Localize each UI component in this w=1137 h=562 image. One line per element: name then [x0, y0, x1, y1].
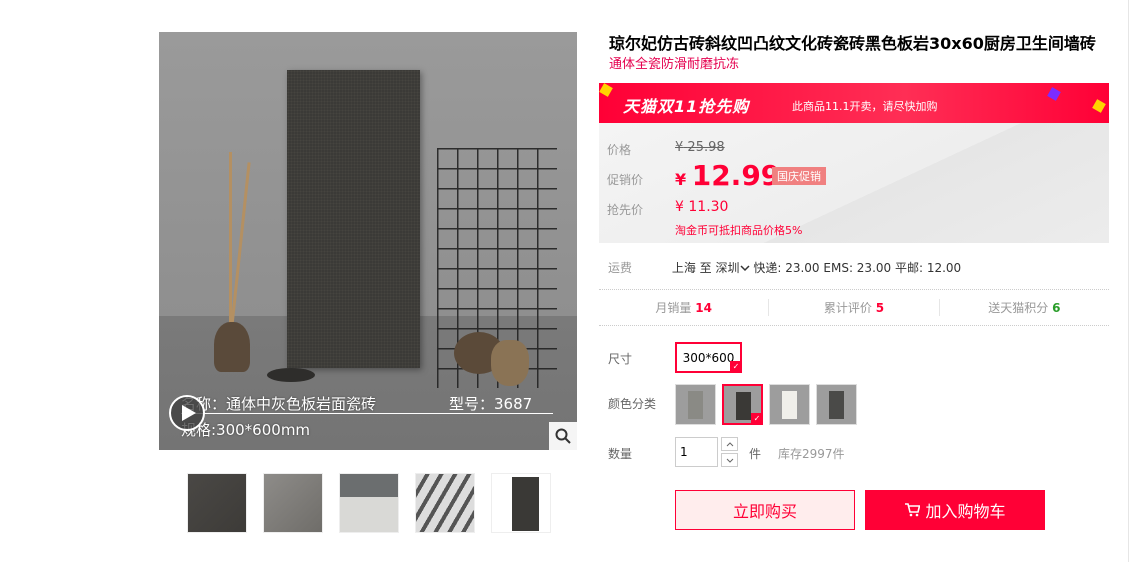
- chevron-down-icon: [740, 264, 750, 271]
- shipping-to: 至: [699, 261, 712, 275]
- monthly-sales-value: 14: [695, 301, 712, 315]
- caption-model: 型号：3687: [449, 395, 533, 413]
- monthly-sales: 月销量 14: [599, 299, 770, 316]
- currency-symbol: ¥: [675, 170, 687, 189]
- video-play-button[interactable]: [169, 395, 205, 431]
- chevron-up-icon: [726, 441, 733, 446]
- currency-symbol: ¥: [675, 140, 684, 155]
- coin-discount-note: 淘金币可抵扣商品价格5%: [675, 224, 803, 237]
- vase-image: [214, 322, 250, 372]
- thumbnail[interactable]: [415, 473, 475, 533]
- tmall-points: 送天猫积分 6: [940, 299, 1109, 316]
- stats-bar: 月销量 14 累计评价 5 送天猫积分 6: [599, 289, 1109, 326]
- rush-price: ¥ 11.30: [675, 199, 728, 215]
- add-to-cart-label: 加入购物车: [925, 502, 1006, 521]
- decoration: [599, 83, 613, 97]
- product-subtitle: 通体全瓷防滑耐磨抗冻: [609, 57, 740, 72]
- sale-price-value: 12.99: [691, 159, 781, 192]
- shipping-row: 运费 上海 至 深圳 快递: 23.00 EMS: 23.00 平邮: 12.0…: [608, 259, 961, 276]
- wheat-stalk: [229, 152, 232, 327]
- pot-image: [491, 340, 529, 386]
- monthly-sales-label: 月销量: [655, 301, 692, 315]
- stock-count: 库存2997件: [778, 447, 845, 461]
- color-swatches: ✓: [675, 384, 857, 425]
- play-icon: [181, 405, 196, 421]
- promotion-tag: 国庆促销: [772, 167, 826, 185]
- color-swatch-selected[interactable]: ✓: [722, 384, 763, 425]
- thumbnail[interactable]: [187, 473, 247, 533]
- main-product-image[interactable]: 名称：通体中灰色板岩面瓷砖 型号：3687 规格:300*600mm: [159, 32, 577, 450]
- chevron-down-icon: [726, 458, 733, 463]
- decoration: [1047, 87, 1061, 101]
- product-title: 琼尔妃仿古砖斜纹凹凸纹文化砖瓷砖黑色板岩30x60厨房卫生间墙砖: [609, 34, 1096, 53]
- promo-banner[interactable]: 天猫双11抢先购 此商品11.1开卖，请尽快加购: [599, 83, 1109, 123]
- buy-now-button[interactable]: 立即购买: [675, 490, 855, 530]
- quantity-unit: 件: [749, 447, 762, 461]
- check-icon: ✓: [730, 361, 742, 373]
- caption-underline: [181, 413, 553, 414]
- review-count-label: 累计评价: [823, 301, 872, 315]
- sale-price: ¥ 12.99: [675, 159, 780, 192]
- add-to-cart-button[interactable]: 加入购物车: [865, 490, 1045, 530]
- cart-icon: [905, 503, 921, 517]
- thumbnail[interactable]: [263, 473, 323, 533]
- quantity-input[interactable]: [675, 437, 718, 467]
- quantity-label: 数量: [608, 447, 633, 461]
- color-swatch[interactable]: [816, 384, 857, 425]
- page-divider: [1128, 0, 1129, 562]
- wheat-stalk: [230, 162, 251, 327]
- size-label: 尺寸: [608, 352, 633, 366]
- rush-price-value: 11.30: [688, 199, 729, 215]
- color-label: 颜色分类: [608, 397, 657, 411]
- search-icon: [555, 428, 571, 444]
- original-price-value: 25.98: [687, 140, 725, 155]
- size-option-label: 300*600: [682, 350, 735, 365]
- tile-image: [287, 70, 420, 368]
- product-page: 名称：通体中灰色板岩面瓷砖 型号：3687 规格:300*600mm 琼尔妃仿古…: [0, 0, 1137, 562]
- original-price: ¥ 25.98: [675, 140, 725, 155]
- color-swatch[interactable]: [675, 384, 716, 425]
- destination-selector[interactable]: 深圳: [716, 259, 750, 276]
- review-count-value: 5: [875, 301, 885, 315]
- rush-price-label: 抢先价: [607, 203, 644, 217]
- shipping-rates: 快递: 23.00 EMS: 23.00 平邮: 12.00: [753, 261, 962, 275]
- check-icon: ✓: [751, 413, 763, 425]
- quantity-decrease-button[interactable]: [721, 453, 738, 467]
- zoom-button[interactable]: [549, 422, 577, 450]
- tmall-points-label: 送天猫积分: [988, 301, 1049, 315]
- thumbnail[interactable]: [491, 473, 551, 533]
- stones-image: [267, 368, 315, 382]
- decoration: [1092, 99, 1106, 113]
- currency-symbol: ¥: [675, 199, 684, 215]
- review-count[interactable]: 累计评价 5: [769, 299, 940, 316]
- promo-logo: 天猫双11抢先购: [623, 97, 750, 116]
- price-label: 价格: [607, 143, 632, 157]
- color-swatch[interactable]: [769, 384, 810, 425]
- quantity-increase-button[interactable]: [721, 437, 738, 451]
- sale-price-label: 促销价: [607, 173, 644, 187]
- caption-spec: 规格:300*600mm: [181, 421, 311, 439]
- thumbnail[interactable]: [339, 473, 399, 533]
- size-option[interactable]: 300*600 ✓: [675, 342, 742, 373]
- shipping-label: 运费: [608, 261, 633, 275]
- shipping-destination: 深圳: [715, 261, 740, 275]
- price-panel: 价格 ¥ 25.98 促销价 ¥ 12.99 国庆促销 抢先价 ¥ 11.30 …: [599, 123, 1109, 243]
- tmall-points-value: 6: [1052, 301, 1061, 315]
- thumbnail-strip: [187, 473, 551, 533]
- promo-note: 此商品11.1开卖，请尽快加购: [792, 100, 938, 113]
- shipping-origin: 上海: [671, 261, 696, 275]
